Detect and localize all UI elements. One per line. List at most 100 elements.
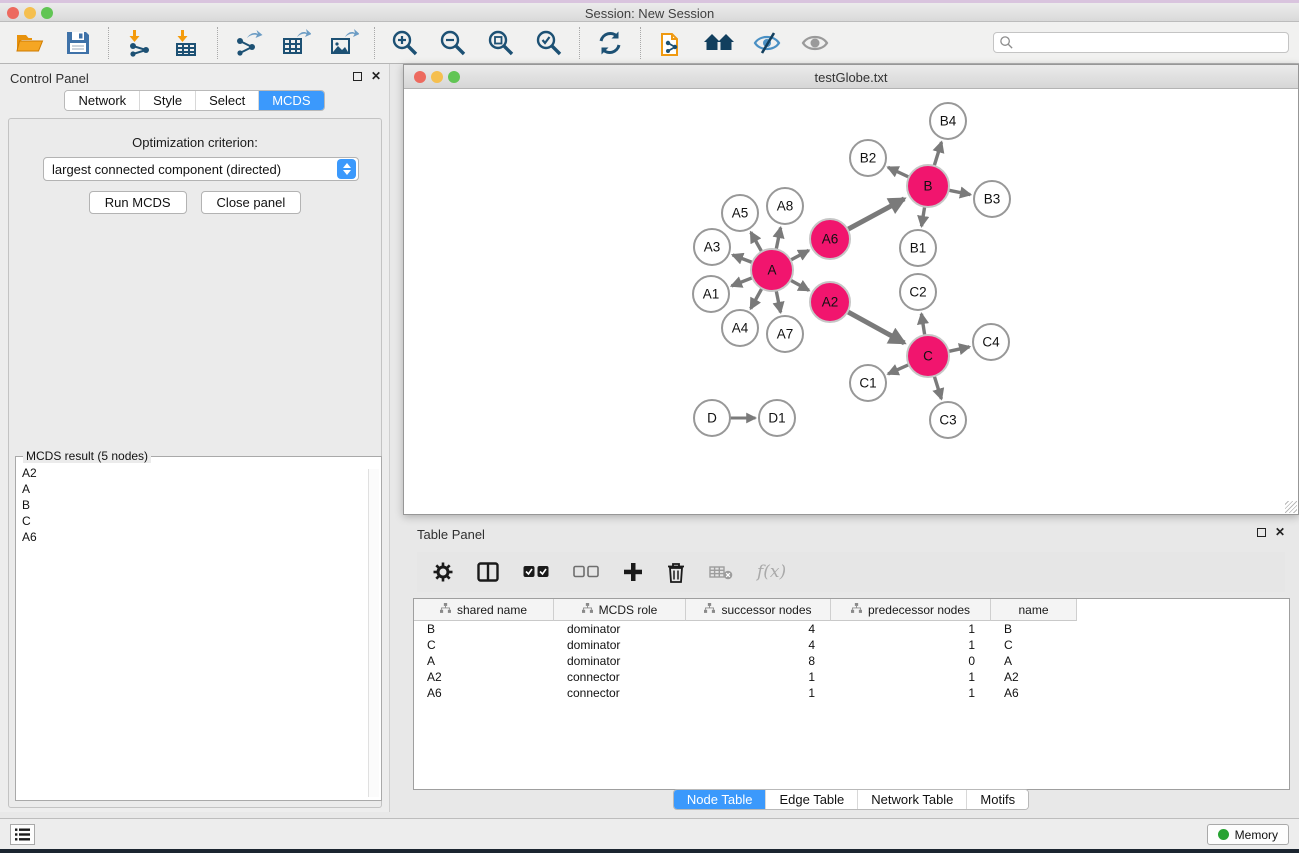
network-window-titlebar[interactable]: testGlobe.txt [404,65,1298,89]
column-header-predecessor-nodes[interactable]: predecessor nodes [831,599,991,621]
graph-edge-C-C1[interactable] [888,365,909,374]
tab-mcds[interactable]: MCDS [258,91,323,110]
graph-edge-C-C4[interactable] [948,347,969,352]
graph-edge-B-B1[interactable] [922,207,925,226]
export-network-icon[interactable] [232,27,264,59]
table-cell[interactable]: 8 [686,654,831,668]
graph-node-A2[interactable]: A2 [810,282,850,322]
float-panel-icon[interactable] [1257,528,1266,537]
graph-node-C2[interactable]: C2 [900,274,936,310]
run-mcds-button[interactable]: Run MCDS [89,191,187,214]
graph-node-A7[interactable]: A7 [767,316,803,352]
tab-network-table[interactable]: Network Table [857,790,966,809]
mcds-result-item[interactable]: A2 [22,465,381,481]
export-image-icon[interactable] [328,27,360,59]
table-cell[interactable]: connector [554,686,686,700]
graph-node-A4[interactable]: A4 [722,310,758,346]
table-row[interactable]: A2connector11A2 [414,669,1289,685]
graph-node-B4[interactable]: B4 [930,103,966,139]
table-cell[interactable]: A [991,654,1077,668]
table-cell[interactable]: B [991,622,1077,636]
graph-edge-A-A2[interactable] [790,280,809,290]
task-list-button[interactable] [10,824,35,845]
graph-edge-C-C2[interactable] [921,314,924,335]
table-cell[interactable]: 1 [831,670,991,684]
tab-edge-table[interactable]: Edge Table [765,790,857,809]
table-row[interactable]: Cdominator41C [414,637,1289,653]
graph-edge-A-A5[interactable] [751,232,762,251]
tab-network[interactable]: Network [65,91,139,110]
function-icon[interactable]: f(x) [757,558,786,586]
table-cell[interactable]: dominator [554,638,686,652]
table-row[interactable]: Adominator80A [414,653,1289,669]
graph-edge-A-A7[interactable] [776,291,780,313]
graph-node-C3[interactable]: C3 [930,402,966,438]
mcds-result-item[interactable]: B [22,497,381,513]
graph-node-B3[interactable]: B3 [974,181,1010,217]
search-field[interactable] [993,32,1289,53]
graph-edge-B-B3[interactable] [949,190,971,194]
network-graph[interactable]: AA1A2A3A4A5A6A7A8BB1B2B3B4CC1C2C3C4DD1 [404,89,1298,514]
home-icon[interactable] [703,27,735,59]
export-table-icon[interactable] [280,27,312,59]
graph-edge-C-C3[interactable] [934,376,941,399]
graph-edge-A-A8[interactable] [776,228,780,250]
table-cell[interactable]: 1 [686,670,831,684]
tab-select[interactable]: Select [195,91,258,110]
close-panel-icon[interactable]: ✕ [371,71,381,81]
tab-node-table[interactable]: Node Table [674,790,766,809]
gear-icon[interactable] [433,558,453,586]
table-cell[interactable]: B [414,622,554,636]
tab-style[interactable]: Style [139,91,195,110]
table-cell[interactable]: 1 [831,622,991,636]
graph-node-A[interactable]: A [751,249,793,291]
network-canvas[interactable]: AA1A2A3A4A5A6A7A8BB1B2B3B4CC1C2C3C4DD1 [404,89,1298,514]
column-header-name[interactable]: name [991,599,1077,621]
show-eye-icon[interactable] [799,27,831,59]
graph-node-A3[interactable]: A3 [694,229,730,265]
table-cell[interactable]: 1 [831,638,991,652]
trash-icon[interactable] [667,558,685,586]
import-network-icon[interactable] [123,27,155,59]
graph-node-D[interactable]: D [694,400,730,436]
mcds-result-item[interactable]: A6 [22,529,381,545]
table-row[interactable]: A6connector11A6 [414,685,1289,701]
graph-edge-A-A1[interactable] [732,278,753,286]
table-cell[interactable]: A [414,654,554,668]
graph-node-C1[interactable]: C1 [850,365,886,401]
table-cell[interactable]: C [991,638,1077,652]
checked-boxes-icon[interactable] [523,558,549,586]
zoom-in-icon[interactable] [389,27,421,59]
save-session-icon[interactable] [62,27,94,59]
graph-edge-B-B4[interactable] [934,142,941,166]
hide-eye-icon[interactable] [751,27,783,59]
graph-node-A6[interactable]: A6 [810,219,850,259]
close-panel-icon[interactable]: ✕ [1275,527,1285,537]
graph-node-A5[interactable]: A5 [722,195,758,231]
new-network-icon[interactable] [655,27,687,59]
criterion-dropdown[interactable]: largest connected component (directed) [43,157,359,181]
refresh-icon[interactable] [594,27,626,59]
table-cell[interactable]: 1 [686,686,831,700]
zoom-fit-icon[interactable] [485,27,517,59]
graph-node-D1[interactable]: D1 [759,400,795,436]
delete-table-icon[interactable] [709,558,733,586]
table-cell[interactable]: A6 [991,686,1077,700]
mcds-result-item[interactable]: C [22,513,381,529]
table-cell[interactable]: connector [554,670,686,684]
table-row[interactable]: Bdominator41B [414,621,1289,637]
graph-node-A8[interactable]: A8 [767,188,803,224]
close-panel-button[interactable]: Close panel [201,191,302,214]
graph-edge-A6-B[interactable] [848,199,905,230]
table-cell[interactable]: A2 [991,670,1077,684]
zoom-out-icon[interactable] [437,27,469,59]
graph-node-B[interactable]: B [907,165,949,207]
split-column-icon[interactable] [477,558,499,586]
search-input[interactable] [1014,36,1274,50]
memory-button[interactable]: Memory [1207,824,1289,845]
table-cell[interactable]: C [414,638,554,652]
graph-node-C[interactable]: C [907,335,949,377]
table-cell[interactable]: 0 [831,654,991,668]
graph-node-A1[interactable]: A1 [693,276,729,312]
column-header-MCDS-role[interactable]: MCDS role [554,599,686,621]
